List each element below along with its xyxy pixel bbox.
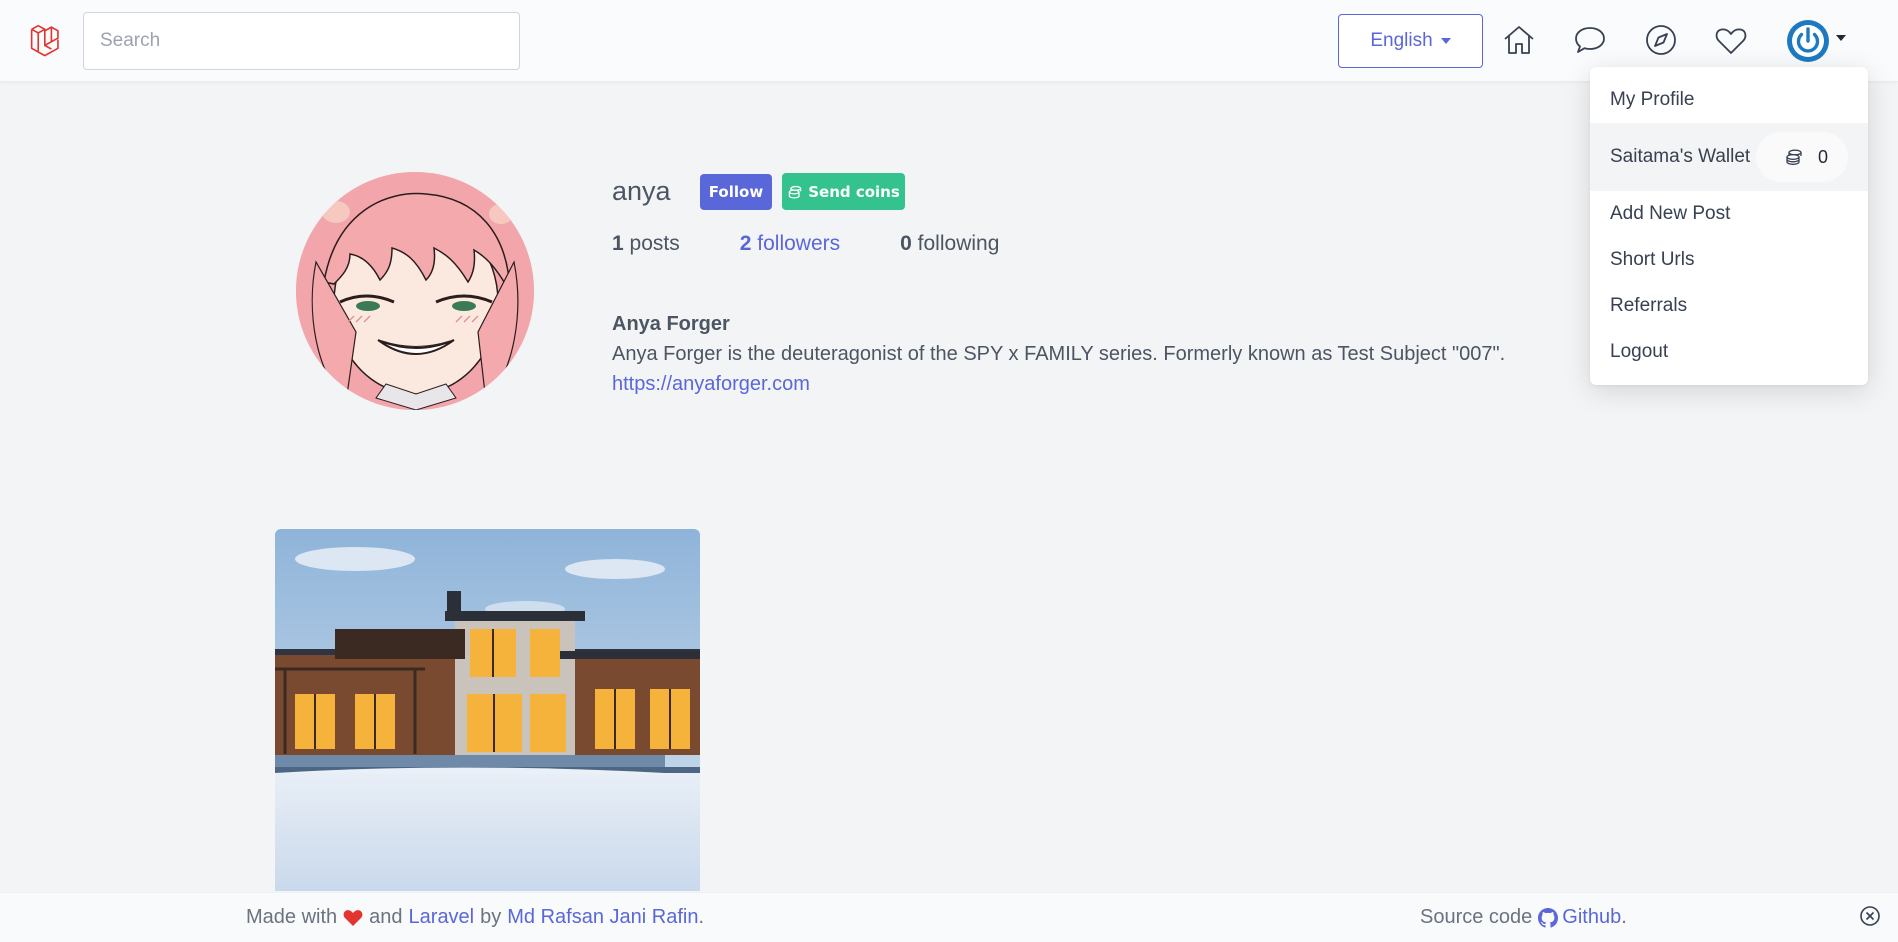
posts-count: 1 [612,232,624,255]
footer-credits: Made with and Laravel by Md Rafsan Jani … [246,906,704,929]
heart-icon[interactable] [1713,22,1749,58]
profile-avatar-illustration [296,172,534,410]
wallet-balance-badge: 0 [1755,132,1848,182]
profile-stats: 1 posts 2 followers 0 following [612,232,1059,256]
close-footer-icon[interactable] [1858,904,1882,928]
profile-username: anya [612,176,671,206]
post-image-house [275,529,700,891]
menu-item-label: Add New Post [1610,203,1731,224]
home-icon[interactable] [1501,22,1537,58]
menu-item-my-profile[interactable]: My Profile [1590,77,1868,123]
user-avatar-power-icon[interactable] [1786,19,1830,63]
menu-item-label: Saitama's Wallet [1610,146,1751,167]
following-count: 0 [900,232,912,255]
followers-link[interactable]: 2 followers [740,232,840,256]
github-label: Github [1562,906,1622,928]
github-link[interactable]: Github [1538,906,1621,929]
posts-label: posts [629,232,680,255]
laravel-link[interactable]: Laravel [409,906,475,929]
profile-avatar [296,172,534,410]
profile-bio: Anya Forger is the deuteragonist of the … [612,343,1506,365]
profile-website-link[interactable]: https://anyaforger.com [612,373,810,396]
language-label: English [1370,30,1433,51]
laravel-logo-icon[interactable] [28,22,66,60]
footer: Made with and Laravel by Md Rafsan Jani … [0,892,1898,942]
coins-icon [1786,149,1802,165]
language-dropdown-button[interactable]: English [1338,14,1483,68]
post-thumbnail[interactable] [275,529,700,891]
source-code-text: Source code [1420,906,1533,928]
user-dropdown-menu: My Profile Saitama's Wallet 0 Add New Po… [1590,67,1868,385]
search-input[interactable] [83,12,520,70]
menu-item-label: Short Urls [1610,249,1695,270]
and-text: and [369,906,403,928]
caret-down-icon [1440,38,1451,44]
github-icon [1538,907,1559,928]
menu-item-add-new-post[interactable]: Add New Post [1590,191,1868,237]
followers-count: 2 [739,232,752,255]
chat-bubble-icon[interactable] [1572,22,1608,58]
send-coins-label: Send coins [808,182,900,201]
menu-item-label: Logout [1610,341,1669,362]
followers-label: followers [757,232,841,255]
coins-icon [788,185,802,198]
wallet-coin-count: 0 [1817,146,1828,167]
menu-item-label: Referrals [1610,295,1688,316]
follow-button[interactable]: Follow [700,174,772,210]
avatar-caret-down-icon[interactable] [1836,35,1846,41]
following-label: following [917,232,1000,255]
menu-item-logout[interactable]: Logout [1590,329,1868,375]
posts-count-stat: 1 posts [612,232,680,256]
made-with-text: Made with [246,906,338,928]
compass-icon[interactable] [1643,22,1679,58]
period-text: . [1621,906,1627,928]
by-text: by [480,906,502,928]
profile-full-name: Anya Forger [612,313,730,335]
send-coins-button[interactable]: Send coins [782,173,905,210]
following-count-stat: 0 following [900,232,999,256]
menu-item-referrals[interactable]: Referrals [1590,283,1868,329]
menu-item-short-urls[interactable]: Short Urls [1590,237,1868,283]
menu-item-wallet[interactable]: Saitama's Wallet 0 [1590,123,1868,191]
heart-icon [343,909,363,926]
footer-source: Source code Github . [1420,906,1627,929]
period-text: . [698,906,705,928]
author-link[interactable]: Md Rafsan Jani Rafin [507,906,698,929]
menu-item-label: My Profile [1610,89,1695,110]
